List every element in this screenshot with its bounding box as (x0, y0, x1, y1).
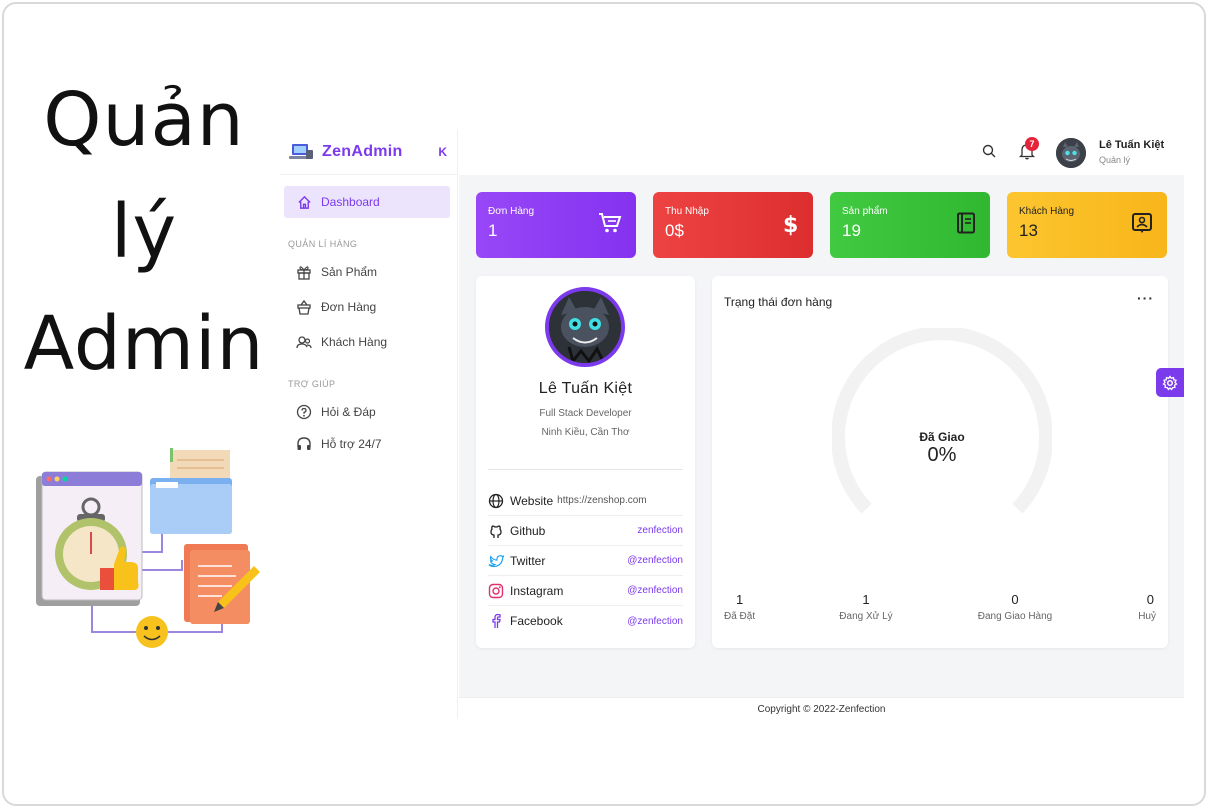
stat-card-orders[interactable]: Đơn Hàng 1 (476, 192, 636, 258)
headphones-icon (296, 436, 312, 452)
sidebar-item-customers[interactable]: Khách Hàng (284, 326, 450, 358)
sidebar-item-label: Khách Hàng (321, 335, 388, 349)
order-count-label: Huỷ (1138, 611, 1156, 622)
computer-logo-icon (289, 143, 313, 159)
social-name: Website (510, 493, 554, 508)
profile-job: Full Stack Developer (539, 408, 632, 419)
gear-icon (1162, 374, 1178, 391)
admin-illustration (36, 448, 260, 648)
sidebar-item-label: Dashboard (321, 195, 380, 209)
order-count-value: 1 (736, 592, 744, 607)
order-count-value: 1 (862, 592, 870, 607)
social-link-twitter[interactable]: Twitter @zenfection (488, 546, 683, 576)
sidebar-section-title: QUẢN LÍ HÀNG (288, 239, 358, 249)
order-count-value: 0 (1011, 592, 1019, 607)
home-icon (296, 194, 312, 210)
order-count-label: Đang Giao Hàng (977, 611, 1053, 622)
cart-icon (599, 213, 622, 233)
screenshot-frame: Quản lý Admin ZenAdmin K Dashboard QUẢN … (2, 2, 1206, 806)
settings-button[interactable] (1156, 368, 1184, 397)
order-count-processing: 1 Đang Xử Lý (836, 592, 896, 622)
social-value[interactable]: https://zenshop.com (557, 495, 647, 506)
admin-panel: ZenAdmin K Dashboard QUẢN LÍ HÀNG Sản Ph… (280, 129, 1184, 724)
order-status-card: Trạng thái đơn hàng ··· Đã Giao 0% 1 Đã … (712, 276, 1168, 648)
brand-name[interactable]: ZenAdmin (322, 143, 403, 161)
globe-icon (488, 493, 504, 509)
gauge-track (832, 328, 1052, 514)
stat-card-income[interactable]: Thu Nhập 0$ $ (653, 192, 813, 258)
order-count-label: Đang Xử Lý (839, 611, 893, 622)
search-icon[interactable] (981, 143, 997, 159)
sidebar-item-label: Hỏi & Đáp (321, 405, 376, 419)
sidebar-item-label: Sản Phẩm (321, 265, 378, 279)
banner-title-line: lý (110, 189, 178, 275)
more-options-icon[interactable]: ··· (1137, 290, 1154, 306)
gift-icon (296, 264, 312, 280)
svg-text:$: $ (783, 213, 798, 236)
order-count-value: 0 (1146, 592, 1154, 607)
topbar: 7 Lê Tuấn Kiệt Quản lý (459, 129, 1184, 175)
topbar-user-role: Quản lý (1099, 155, 1131, 165)
divider (488, 469, 683, 470)
banner-title-line: Quản (43, 77, 245, 163)
question-icon (296, 404, 312, 420)
users-icon (296, 334, 312, 350)
collapse-sidebar-icon[interactable]: K (438, 145, 447, 159)
topbar-user-name[interactable]: Lê Tuấn Kiệt (1099, 139, 1164, 151)
social-link-facebook[interactable]: Facebook @zenfection (488, 606, 683, 636)
basket-icon (296, 299, 312, 315)
facebook-icon (488, 613, 504, 629)
stat-card-customers[interactable]: Khách Hàng 13 (1007, 192, 1167, 258)
sidebar: ZenAdmin K Dashboard QUẢN LÍ HÀNG Sản Ph… (280, 129, 458, 719)
social-name: Facebook (510, 614, 563, 628)
user-avatar[interactable] (1056, 138, 1086, 168)
sidebar-item-label: Hỗ trợ 24/7 (321, 437, 382, 451)
twitter-icon (488, 553, 504, 569)
sidebar-item-dashboard[interactable]: Dashboard (284, 186, 450, 218)
sidebar-item-label: Đơn Hàng (321, 300, 377, 314)
contact-icon (1132, 213, 1152, 233)
profile-location: Ninh Kiều, Cần Thơ (541, 427, 630, 438)
logo-row: ZenAdmin K (280, 129, 457, 175)
dollar-icon: $ (783, 213, 798, 236)
sidebar-item-products[interactable]: Sản Phẩm (284, 256, 450, 288)
social-value[interactable]: @zenfection (627, 616, 683, 627)
social-name: Twitter (510, 553, 546, 568)
social-link-instagram[interactable]: Instagram @zenfection (488, 576, 683, 606)
main-content: 7 Lê Tuấn Kiệt Quản lý Đơn Hàng 1 Thu Nh… (459, 129, 1184, 697)
order-count-placed: 1 Đã Đặt (724, 592, 755, 622)
social-value[interactable]: @zenfection (627, 555, 683, 566)
order-status-title: Trạng thái đơn hàng (724, 295, 833, 309)
gauge-label: Đã Giao (919, 430, 965, 444)
gauge-value: 0% (927, 444, 957, 466)
order-count-cancelled: 0 Huỷ (1138, 592, 1156, 622)
social-link-website[interactable]: Website https://zenshop.com (488, 486, 683, 516)
copyright-text: Copyright © 2022-Zenfection (757, 704, 886, 715)
order-status-gauge (832, 328, 1052, 514)
social-name: Github (510, 523, 546, 538)
sidebar-item-faq[interactable]: Hỏi & Đáp (284, 396, 450, 428)
sidebar-section-title: TRỢ GIÚP (288, 379, 336, 389)
stat-card-products[interactable]: Sản phẩm 19 (830, 192, 990, 258)
social-value[interactable]: zenfection (637, 525, 683, 536)
banner-title-line: Admin (23, 301, 265, 387)
order-count-shipping: 0 Đang Giao Hàng (974, 592, 1056, 622)
instagram-icon (488, 583, 504, 599)
footer: Copyright © 2022-Zenfection (459, 697, 1184, 724)
social-name: Instagram (510, 583, 564, 598)
profile-name: Lê Tuấn Kiệt (538, 380, 633, 397)
social-link-github[interactable]: Github zenfection (488, 516, 683, 546)
notebook-icon (957, 212, 975, 234)
sidebar-item-orders[interactable]: Đơn Hàng (284, 291, 450, 323)
social-value[interactable]: @zenfection (627, 585, 683, 596)
profile-card: Lê Tuấn Kiệt Full Stack Developer Ninh K… (476, 276, 695, 648)
order-count-label: Đã Đặt (724, 611, 756, 622)
github-icon (488, 523, 504, 539)
profile-avatar[interactable] (545, 287, 625, 367)
sidebar-item-support[interactable]: Hỗ trợ 24/7 (284, 428, 450, 460)
notification-badge: 7 (1025, 137, 1039, 151)
banner-title: Quản lý Admin (4, 64, 284, 400)
